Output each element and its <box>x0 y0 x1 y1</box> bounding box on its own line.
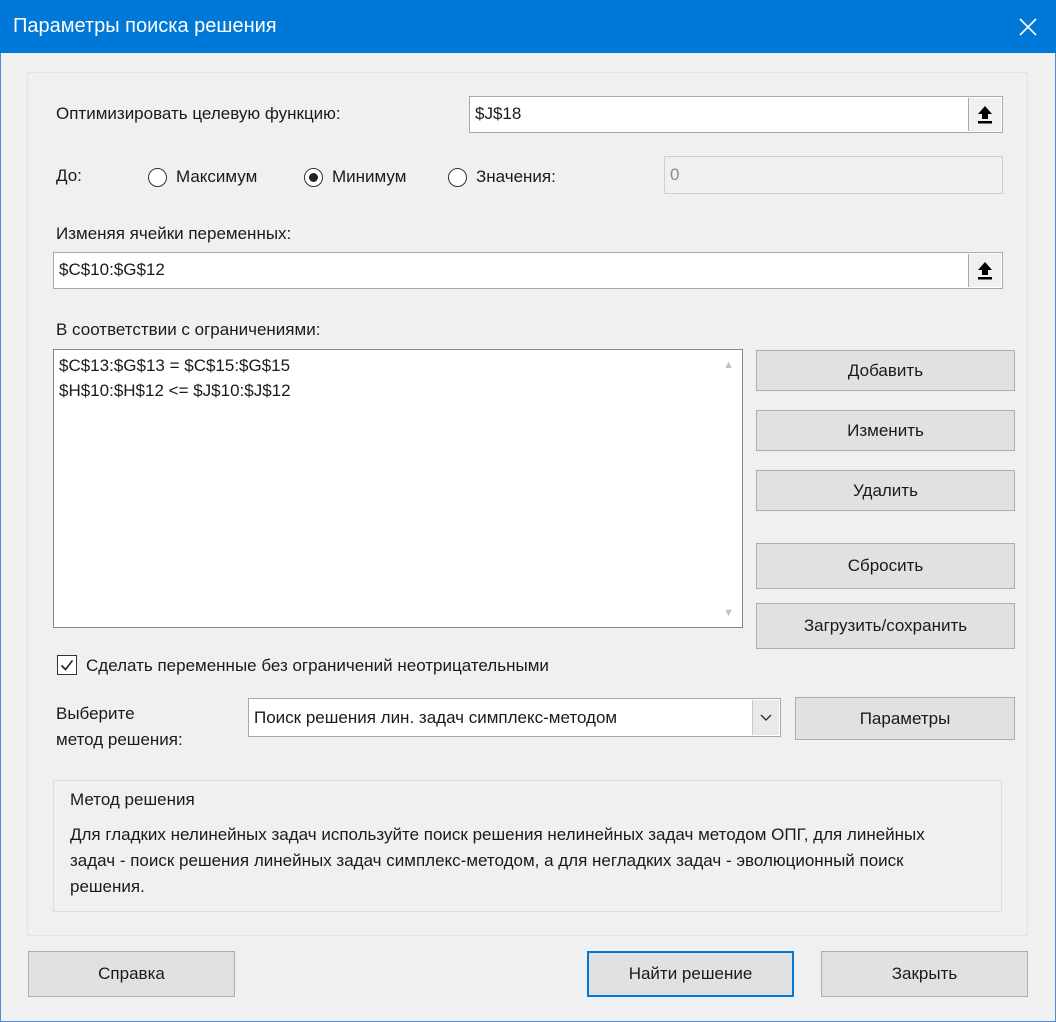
help-button[interactable]: Справка <box>28 951 235 997</box>
radio-value-circle <box>448 167 467 187</box>
close-window-button[interactable] <box>1000 0 1056 53</box>
load-save-button[interactable]: Загрузить/сохранить <box>756 603 1015 649</box>
value-of-value: 0 <box>670 165 680 184</box>
method-select[interactable]: Поиск решения лин. задач симплекс-методо… <box>248 698 781 737</box>
constraints-label: В соответствии с ограничениями: <box>56 320 321 339</box>
title-bar: Параметры поиска решения <box>0 0 1056 53</box>
variables-field[interactable]: $C$10:$G$12 <box>53 252 1003 289</box>
help-button-label: Справка <box>98 964 165 983</box>
add-button-label: Добавить <box>847 360 924 380</box>
reset-button-label: Сбросить <box>847 556 924 575</box>
solve-button-label: Найти решение <box>628 964 753 983</box>
radio-max-label: Максимум <box>176 167 258 186</box>
delete-button-label: Удалить <box>853 480 918 500</box>
checkmark-icon <box>60 660 74 671</box>
close-icon <box>1019 17 1037 36</box>
options-button-label: Параметры <box>859 708 951 728</box>
nonnegative-label[interactable]: Сделать переменные без ограничений неотр… <box>86 656 549 676</box>
chevron-down-icon <box>760 714 772 721</box>
nonnegative-checkbox[interactable] <box>57 655 77 675</box>
variables-value: $C$10:$G$12 <box>59 260 165 279</box>
variables-label: Изменяя ячейки переменных: <box>56 224 292 243</box>
delete-button[interactable]: Удалить <box>756 470 1015 511</box>
radio-min-circle <box>304 167 323 187</box>
constraint-item[interactable]: $H$10:$H$12 <= $J$10:$J$12 <box>59 381 291 401</box>
add-button[interactable]: Добавить <box>756 350 1015 391</box>
window-title: Параметры поиска решения <box>13 15 277 37</box>
radio-min-label: Минимум <box>332 167 407 186</box>
radio-min[interactable]: Минимум <box>304 167 406 187</box>
close-button-label: Закрыть <box>891 964 958 983</box>
constraint-item[interactable]: $C$13:$G$13 = $C$15:$G$15 <box>59 356 290 376</box>
value-of-field[interactable]: 0 <box>664 156 1003 194</box>
objective-label: Оптимизировать целевую функцию: <box>56 104 341 123</box>
scroll-up-icon[interactable]: ▲ <box>723 359 734 371</box>
method-label-line1: Выберите <box>56 704 135 723</box>
to-label: До: <box>56 166 82 185</box>
collapse-range-icon <box>978 261 992 279</box>
method-label-line2: метод решения: <box>56 730 183 749</box>
objective-field[interactable]: $J$18 <box>469 96 1003 133</box>
method-groupbox: Метод решения Для гладких нелинейных зад… <box>53 780 1002 912</box>
collapse-range-icon <box>978 105 992 123</box>
radio-max[interactable]: Максимум <box>148 167 257 187</box>
scroll-down-icon[interactable]: ▼ <box>723 607 734 619</box>
options-button[interactable]: Параметры <box>795 697 1015 740</box>
load-save-button-label: Загрузить/сохранить <box>803 616 968 635</box>
change-button-label: Изменить <box>847 420 924 440</box>
method-select-dropdown[interactable] <box>752 700 779 735</box>
variables-collapse-button[interactable] <box>968 254 1001 287</box>
objective-value: $J$18 <box>475 104 522 123</box>
method-description: Для гладких нелинейных задач используйте… <box>70 825 925 896</box>
constraints-list[interactable]: $C$13:$G$13 = $C$15:$G$15 $H$10:$H$12 <=… <box>53 349 743 628</box>
objective-collapse-button[interactable] <box>968 98 1001 131</box>
reset-button[interactable]: Сбросить <box>756 543 1015 589</box>
radio-value[interactable]: Значения: <box>448 167 556 187</box>
method-group-title: Метод решения <box>70 790 195 809</box>
radio-value-label: Значения: <box>476 167 556 186</box>
close-button[interactable]: Закрыть <box>821 951 1028 997</box>
change-button[interactable]: Изменить <box>756 410 1015 451</box>
radio-max-circle <box>148 167 167 187</box>
method-select-value: Поиск решения лин. задач симплекс-методо… <box>254 708 618 727</box>
solve-button[interactable]: Найти решение <box>587 951 794 997</box>
